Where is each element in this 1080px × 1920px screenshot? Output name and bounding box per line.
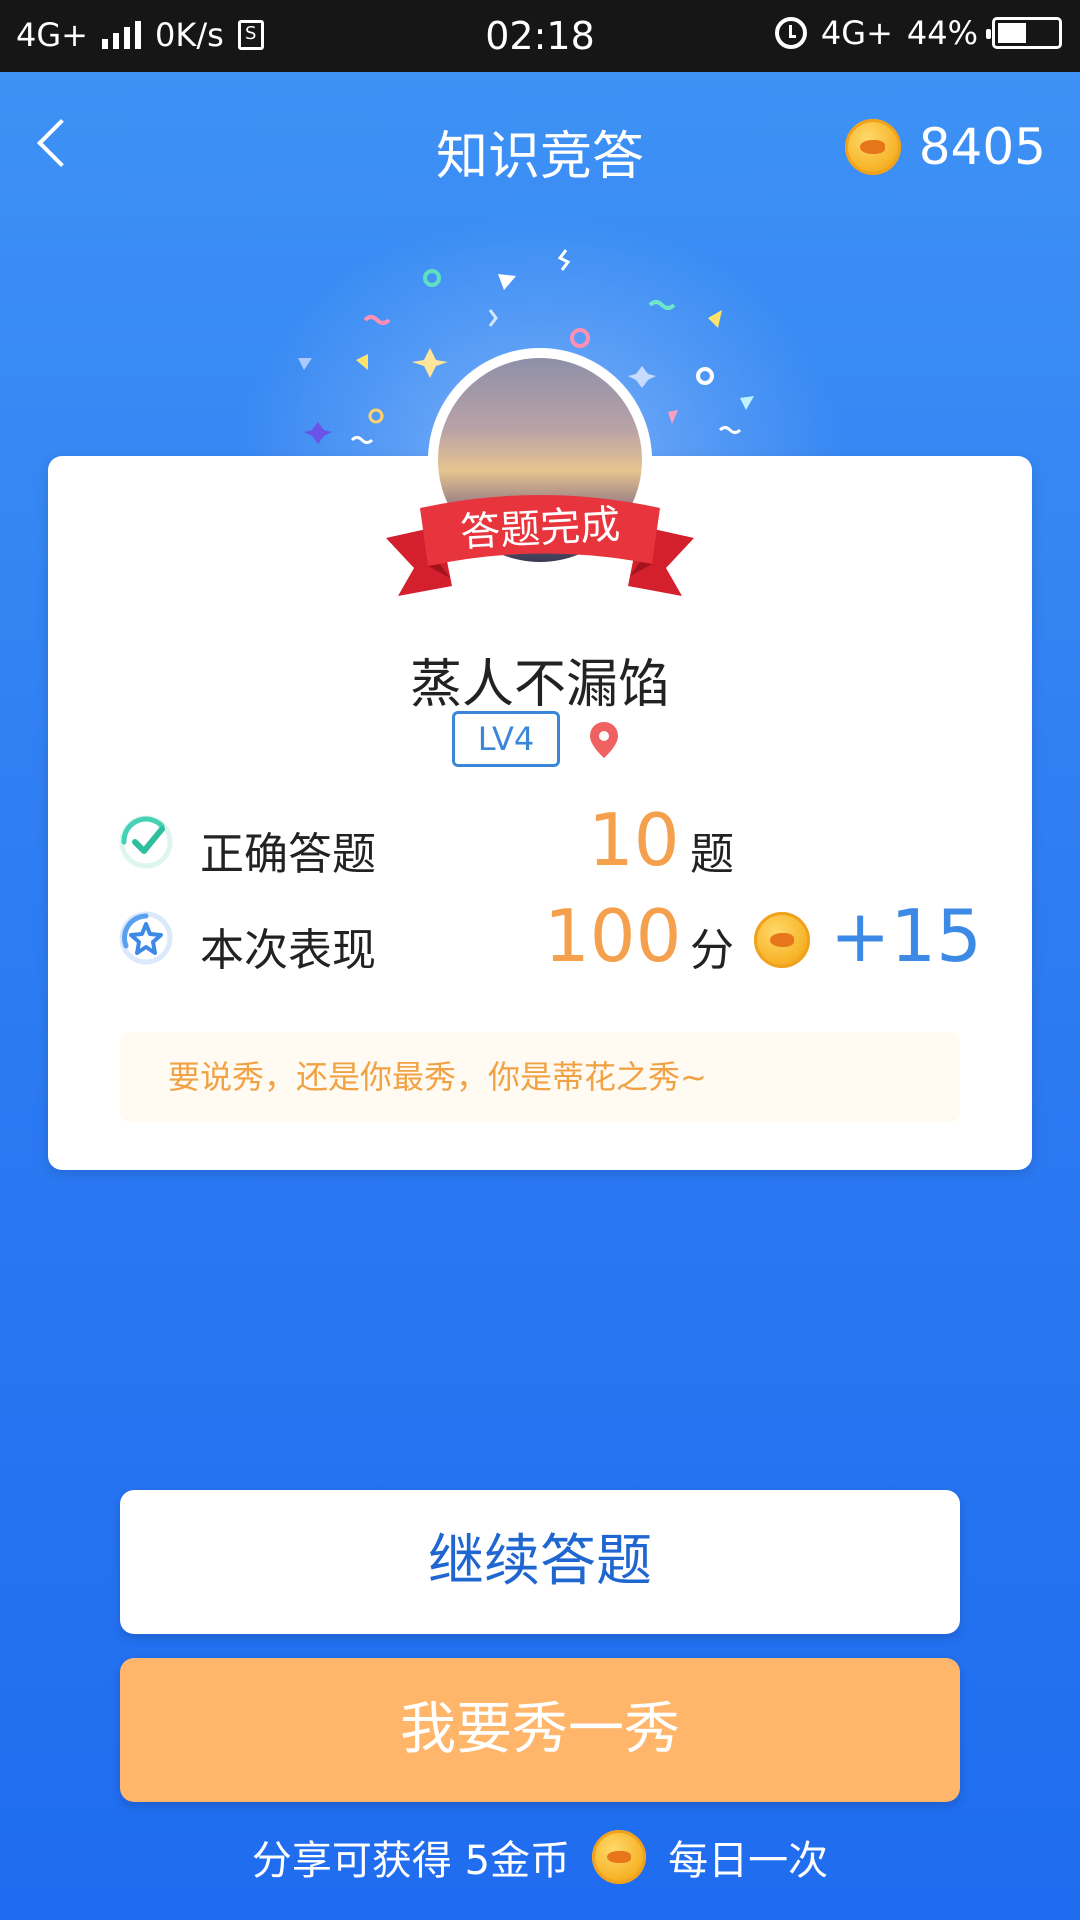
- fish-coin-icon: [754, 912, 810, 968]
- bonus-coins: +15: [830, 894, 982, 978]
- continue-quiz-button[interactable]: 继续答题: [120, 1490, 960, 1634]
- coin-balance-value: 8405: [918, 118, 1046, 176]
- battery-icon: [986, 17, 1062, 49]
- stat-label: 正确答题: [200, 829, 376, 880]
- stat-unit: 分: [690, 925, 734, 976]
- share-note: 分享可获得 5金币 每日一次: [0, 1828, 1080, 1886]
- share-frequency-text: 每日一次: [668, 1838, 829, 1884]
- star-circle-icon: [119, 911, 173, 965]
- stat-unit: 题: [690, 829, 734, 880]
- header: 知识竞答 8405: [0, 72, 1080, 222]
- share-reward-text: 分享可获得 5金币: [251, 1838, 571, 1884]
- coin-balance: 8405: [844, 118, 1046, 176]
- level-badge: LV4: [452, 711, 560, 767]
- stat-label: 本次表现: [200, 925, 376, 976]
- alarm-icon: [774, 17, 807, 49]
- battery-percent: 44%: [906, 14, 978, 52]
- username: 蒸人不漏馅: [409, 655, 670, 715]
- status-right: 4G+ 44%: [774, 14, 1062, 52]
- fish-coin-icon: [844, 119, 901, 175]
- stat-row-performance: 本次表现 100 分 +15: [118, 894, 982, 980]
- location-pin-icon: [590, 722, 618, 758]
- praise-quote: 要说秀，还是你最秀，你是蒂花之秀~: [120, 1032, 960, 1122]
- network-type-right: 4G+: [820, 14, 893, 52]
- stat-row-correct: 正确答题 10 题: [118, 798, 978, 884]
- status-bar: 4G+ 0K/s S 02:18 4G+ 44%: [0, 0, 1080, 72]
- fish-coin-icon: [592, 1830, 647, 1884]
- stat-value: 10: [588, 798, 680, 882]
- show-off-button[interactable]: 我要秀一秀: [120, 1658, 960, 1802]
- stat-value: 100: [544, 894, 682, 978]
- check-circle-icon: [119, 815, 173, 869]
